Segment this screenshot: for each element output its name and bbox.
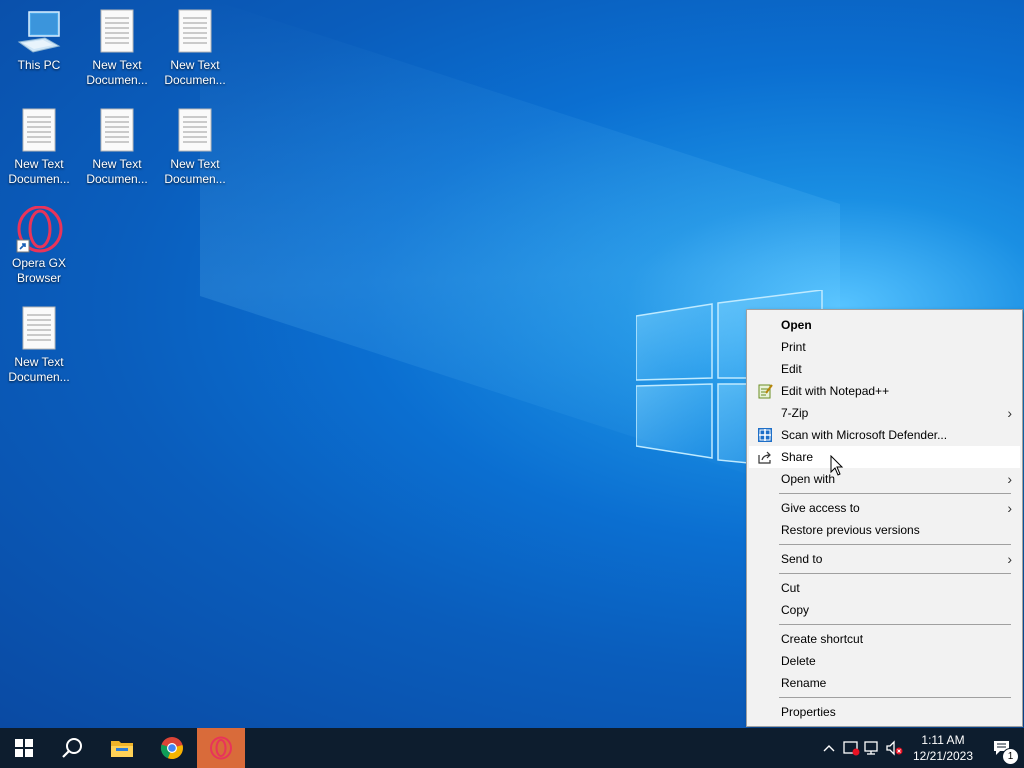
- menu-separator: [779, 544, 1011, 545]
- menu-item-share[interactable]: Share: [749, 446, 1020, 468]
- desktop-icon-text-document[interactable]: New Text Documen...: [79, 107, 155, 187]
- taskbar-chrome[interactable]: [148, 728, 196, 768]
- menu-separator: [779, 573, 1011, 574]
- menu-item-label: Send to: [781, 552, 823, 566]
- menu-item-label: Open: [781, 318, 812, 332]
- menu-item-cut[interactable]: Cut: [749, 577, 1020, 599]
- opera-gx-icon: [210, 736, 232, 760]
- menu-item-label: Edit: [781, 362, 802, 376]
- menu-item-send-to[interactable]: Send to ›: [749, 548, 1020, 570]
- search-icon: [62, 738, 82, 758]
- search-button[interactable]: [48, 728, 96, 768]
- taskbar-opera-gx[interactable]: [197, 728, 245, 768]
- system-tray: 1:11 AM 12/21/2023 1: [818, 728, 1024, 768]
- menu-item-label: Edit with Notepad++: [781, 384, 890, 398]
- menu-separator: [779, 697, 1011, 698]
- menu-item-label: Open with: [781, 472, 836, 486]
- menu-item-create-shortcut[interactable]: Create shortcut: [749, 628, 1020, 650]
- menu-item-label: Restore previous versions: [781, 523, 920, 537]
- menu-item-label: Scan with Microsoft Defender...: [781, 428, 948, 442]
- menu-item-label: Rename: [781, 676, 827, 690]
- desktop-icon-label: New Text Documen...: [164, 157, 226, 186]
- desktop-icon-text-document[interactable]: New Text Documen...: [1, 107, 77, 187]
- menu-item-label: Share: [781, 450, 814, 464]
- action-center-button[interactable]: 1: [980, 728, 1024, 768]
- clock-time: 1:11 AM: [921, 733, 965, 747]
- chrome-icon: [160, 737, 183, 760]
- defender-shield-icon: [758, 428, 772, 442]
- desktop-icon-label: Opera GX Browser: [11, 256, 67, 285]
- text-document-icon: [22, 108, 56, 152]
- security-warning-icon: [843, 741, 860, 756]
- chevron-up-icon: [823, 745, 835, 752]
- chevron-right-icon: ›: [1007, 405, 1012, 421]
- taskbar-file-explorer[interactable]: [98, 728, 146, 768]
- menu-item-copy[interactable]: Copy: [749, 599, 1020, 621]
- menu-item-label: Cut: [781, 581, 800, 595]
- menu-item-give-access[interactable]: Give access to ›: [749, 497, 1020, 519]
- menu-item-label: Properties: [781, 705, 836, 719]
- volume-muted-icon: [886, 740, 903, 756]
- tray-volume-button[interactable]: [884, 728, 906, 768]
- mouse-cursor-icon: [830, 455, 844, 476]
- menu-item-7zip[interactable]: 7-Zip ›: [749, 402, 1020, 424]
- desktop-icon-label: New Text Documen...: [86, 157, 148, 186]
- chevron-right-icon: ›: [1007, 551, 1012, 567]
- desktop-icon-text-document[interactable]: New Text Documen...: [157, 8, 233, 88]
- start-button[interactable]: [0, 728, 48, 768]
- text-document-icon: [100, 108, 134, 152]
- menu-item-label: Give access to: [781, 501, 860, 515]
- menu-item-open-with[interactable]: Open with ›: [749, 468, 1020, 490]
- windows-start-icon: [15, 739, 33, 757]
- desktop-icon-text-document[interactable]: New Text Documen...: [1, 305, 77, 385]
- chevron-right-icon: ›: [1007, 500, 1012, 516]
- clock-date: 12/21/2023: [912, 749, 974, 763]
- menu-item-edit-with-notepad[interactable]: Edit with Notepad++: [749, 380, 1020, 402]
- menu-item-properties[interactable]: Properties: [749, 701, 1020, 723]
- menu-item-label: Copy: [781, 603, 810, 617]
- menu-item-label: 7-Zip: [781, 406, 809, 420]
- desktop-icon-this-pc[interactable]: This PC: [1, 8, 77, 73]
- desktop-icon-text-document[interactable]: New Text Documen...: [79, 8, 155, 88]
- text-document-icon: [100, 9, 134, 53]
- taskbar: 1:11 AM 12/21/2023 1: [0, 728, 1024, 768]
- menu-item-print[interactable]: Print: [749, 336, 1020, 358]
- text-document-icon: [22, 306, 56, 350]
- menu-item-edit[interactable]: Edit: [749, 358, 1020, 380]
- desktop-icon-opera-gx[interactable]: Opera GX Browser: [1, 205, 77, 286]
- menu-separator: [779, 493, 1011, 494]
- taskbar-clock[interactable]: 1:11 AM 12/21/2023: [906, 732, 980, 764]
- menu-item-scan-defender[interactable]: Scan with Microsoft Defender...: [749, 424, 1020, 446]
- tray-security-icon-button[interactable]: [840, 728, 862, 768]
- notification-count-badge: 1: [1002, 748, 1019, 765]
- network-icon: [864, 741, 878, 755]
- desktop-icon-label: New Text Documen...: [8, 355, 70, 384]
- desktop-icon-label: New Text Documen...: [8, 157, 70, 186]
- menu-item-label: Delete: [781, 654, 816, 668]
- menu-item-delete[interactable]: Delete: [749, 650, 1020, 672]
- desktop-icon-label: New Text Documen...: [86, 58, 148, 87]
- menu-item-rename[interactable]: Rename: [749, 672, 1020, 694]
- context-menu: Open Print Edit Edit with Notepad++ 7-Zi…: [746, 309, 1023, 727]
- notepad-plus-plus-icon: [758, 384, 773, 399]
- menu-item-open[interactable]: Open: [749, 314, 1020, 336]
- show-hidden-icons-button[interactable]: [818, 728, 840, 768]
- desktop[interactable]: This PC New Text Documen... New Text Doc…: [0, 0, 1024, 728]
- menu-item-restore-versions[interactable]: Restore previous versions: [749, 519, 1020, 541]
- chevron-right-icon: ›: [1007, 471, 1012, 487]
- computer-icon: [17, 11, 61, 53]
- desktop-icon-label: This PC: [17, 58, 61, 72]
- text-document-icon: [178, 108, 212, 152]
- text-document-icon: [178, 9, 212, 53]
- menu-item-label: Print: [781, 340, 806, 354]
- desktop-icon-text-document[interactable]: New Text Documen...: [157, 107, 233, 187]
- desktop-icon-label: New Text Documen...: [164, 58, 226, 87]
- menu-item-label: Create shortcut: [781, 632, 864, 646]
- opera-gx-icon: [16, 205, 63, 253]
- menu-separator: [779, 624, 1011, 625]
- folder-icon: [111, 741, 133, 757]
- share-icon: [758, 451, 771, 464]
- tray-network-button[interactable]: [862, 728, 884, 768]
